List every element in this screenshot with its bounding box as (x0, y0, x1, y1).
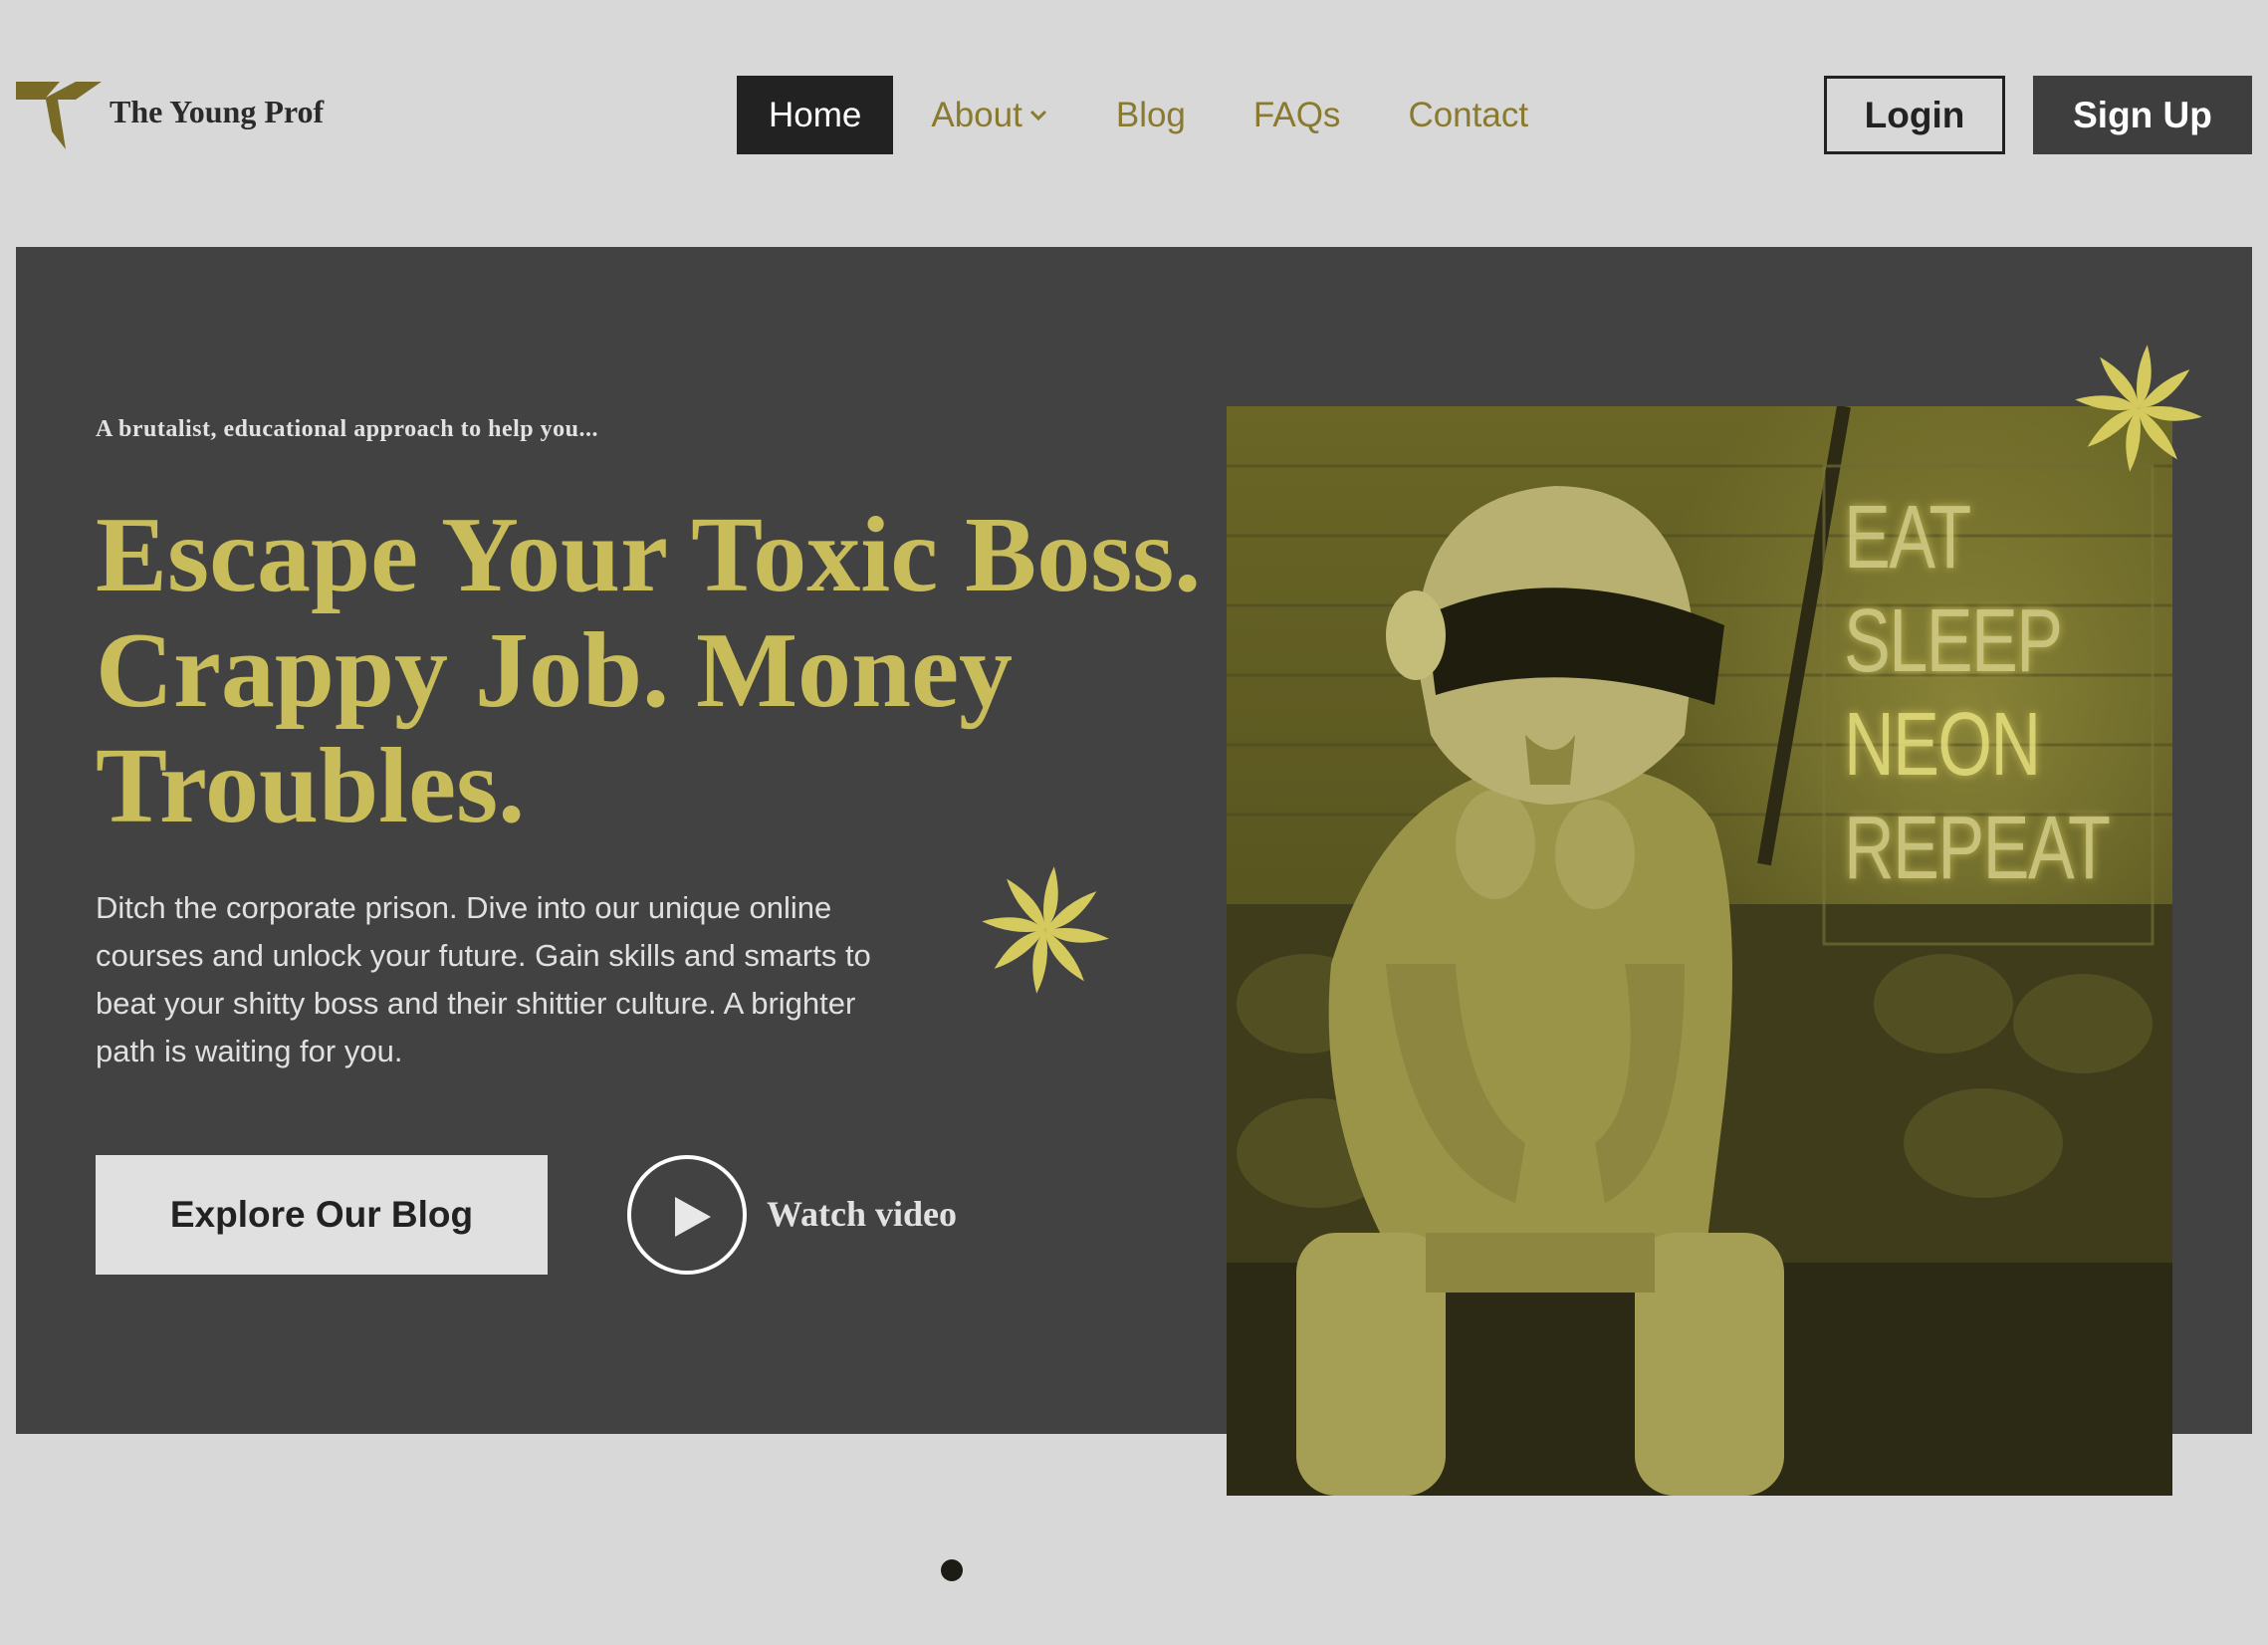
main-nav: Home About Blog FAQs Contact (737, 76, 1596, 154)
headline-line-2: Crappy Job. Money (96, 611, 1014, 730)
signup-button[interactable]: Sign Up (2033, 76, 2252, 154)
neon-sign: EAT SLEEP NEON REPEAT (1844, 486, 2111, 900)
watch-video-link[interactable]: Watch video (767, 1193, 957, 1235)
pinwheel-star-icon (2075, 345, 2202, 472)
nav-item-blog[interactable]: Blog (1116, 76, 1186, 154)
explore-blog-button[interactable]: Explore Our Blog (96, 1155, 548, 1275)
headline-line-3: Troubles. (96, 727, 526, 845)
play-video-button[interactable] (627, 1155, 747, 1275)
nav-item-contact[interactable]: Contact (1408, 76, 1528, 154)
nav-item-home[interactable]: Home (737, 76, 894, 154)
hero-eyebrow: A brutalist, educational approach to hel… (96, 416, 598, 442)
neon-line: EAT (1844, 488, 1971, 588)
nav-item-about-label: About (931, 95, 1022, 134)
brand-logo[interactable]: The Young Prof (16, 80, 324, 149)
neon-line: NEON (1844, 695, 2041, 795)
brand-name: The Young Prof (110, 94, 325, 129)
neon-line: SLEEP (1844, 591, 2063, 691)
nav-item-about[interactable]: About (931, 76, 1047, 154)
neon-line: REPEAT (1844, 799, 2111, 898)
login-button[interactable]: Login (1824, 76, 2005, 154)
hero-photo: EAT SLEEP NEON REPEAT (1227, 406, 2172, 1496)
hero-description: Ditch the corporate prison. Dive into ou… (96, 890, 871, 1068)
hero-headline: Escape Your Toxic Boss. Crappy Job. Mone… (96, 498, 1270, 844)
nav-item-faqs[interactable]: FAQs (1253, 76, 1341, 154)
t-chevron-logo-icon (16, 82, 102, 149)
play-icon (675, 1197, 711, 1237)
carousel-dot-active[interactable] (941, 1559, 963, 1581)
pinwheel-star-icon (982, 866, 1109, 994)
headline-line-1: Escape Your Toxic Boss. (96, 496, 1202, 614)
chevron-down-icon (1029, 110, 1046, 120)
